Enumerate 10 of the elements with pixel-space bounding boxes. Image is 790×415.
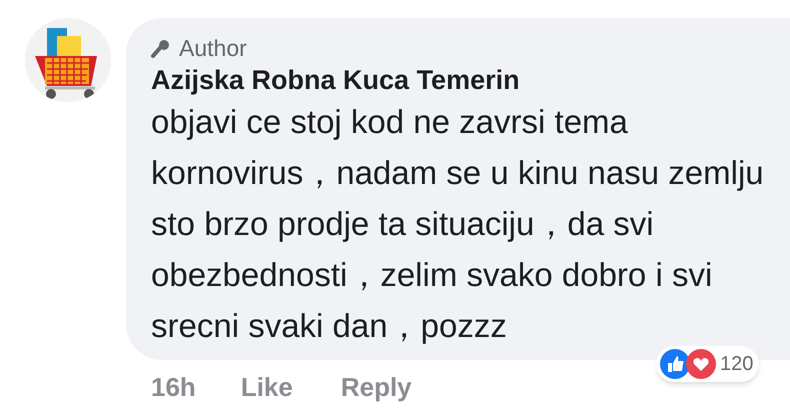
- comment-action-link[interactable]: Reply: [340, 368, 412, 406]
- reaction-count: 120: [720, 352, 754, 377]
- comment-text: objavi ce stoj kod ne zavrsi tema kornovirus，nadam se u kinu nasu zemlju sto brzo prodje ta situaciju，da svi obezbednosti，zelim svako dobro i svi srecni svaki dan，pozzz: [151, 102, 765, 346]
- comment-action-link[interactable]: Like: [240, 368, 293, 406]
- thumbs-up-icon: [660, 349, 690, 379]
- author-name[interactable]: Azijska Robna Kuca Temerin: [151, 64, 520, 96]
- microphone-icon: [151, 38, 171, 58]
- timestamp: 16h: [151, 370, 196, 404]
- author-label: Author: [179, 36, 247, 60]
- reactions-pill[interactable]: 120: [656, 346, 760, 382]
